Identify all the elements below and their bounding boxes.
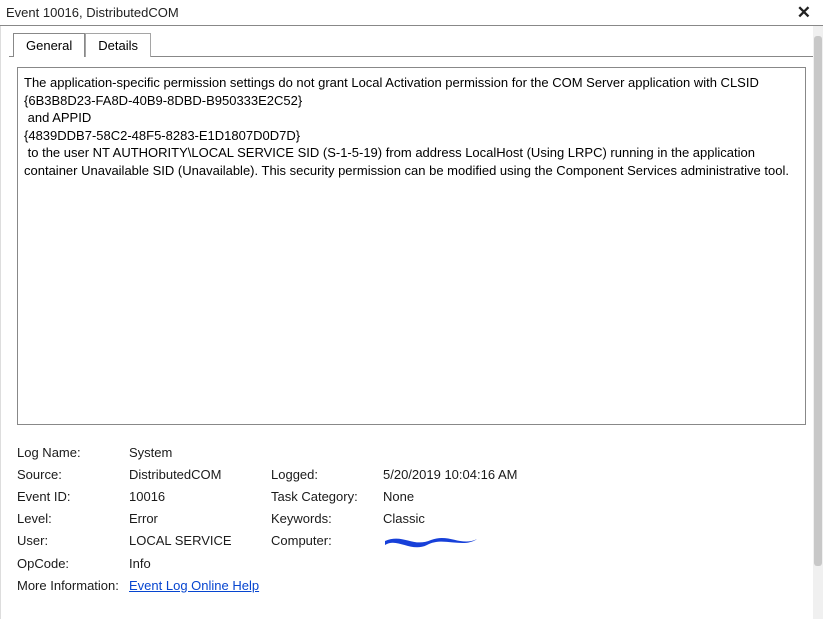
label-logged: Logged:	[271, 467, 381, 482]
content-area: General Details The application-specific…	[0, 26, 823, 619]
label-source: Source:	[17, 467, 127, 482]
value-event-id: 10016	[129, 489, 269, 504]
label-event-id: Event ID:	[17, 489, 127, 504]
close-icon[interactable]: ✕	[793, 4, 815, 21]
tab-details-label: Details	[98, 38, 138, 53]
value-user: LOCAL SERVICE	[129, 533, 269, 549]
value-level: Error	[129, 511, 269, 526]
tab-strip: General Details	[9, 32, 814, 57]
value-log-name: System	[129, 445, 269, 460]
scrollbar-thumb[interactable]	[814, 36, 822, 566]
titlebar: Event 10016, DistributedCOM ✕	[0, 0, 823, 26]
label-computer: Computer:	[271, 533, 381, 549]
redaction-mark-icon	[383, 535, 475, 549]
scrollbar-track[interactable]	[813, 26, 823, 619]
label-log-name: Log Name:	[17, 445, 127, 460]
label-level: Level:	[17, 511, 127, 526]
value-opcode: Info	[129, 556, 269, 571]
tab-body-general: The application-specific permission sett…	[9, 56, 814, 609]
meta-grid: Log Name: System Source: DistributedCOM …	[17, 445, 806, 593]
label-more-info: More Information:	[17, 578, 127, 593]
event-log-help-link[interactable]: Event Log Online Help	[129, 578, 259, 593]
tab-general-label: General	[26, 38, 72, 53]
label-user: User:	[17, 533, 127, 549]
label-opcode: OpCode:	[17, 556, 127, 571]
value-keywords: Classic	[383, 511, 806, 526]
tab-details[interactable]: Details	[85, 33, 151, 57]
value-computer-redacted	[383, 533, 806, 549]
event-description[interactable]: The application-specific permission sett…	[17, 67, 806, 425]
tab-general[interactable]: General	[13, 33, 85, 57]
event-properties-window: Event 10016, DistributedCOM ✕ General De…	[0, 0, 823, 619]
window-title: Event 10016, DistributedCOM	[6, 5, 179, 20]
value-logged: 5/20/2019 10:04:16 AM	[383, 467, 806, 482]
label-keywords: Keywords:	[271, 511, 381, 526]
value-source: DistributedCOM	[129, 467, 269, 482]
label-task-category: Task Category:	[271, 489, 381, 504]
value-task-category: None	[383, 489, 806, 504]
